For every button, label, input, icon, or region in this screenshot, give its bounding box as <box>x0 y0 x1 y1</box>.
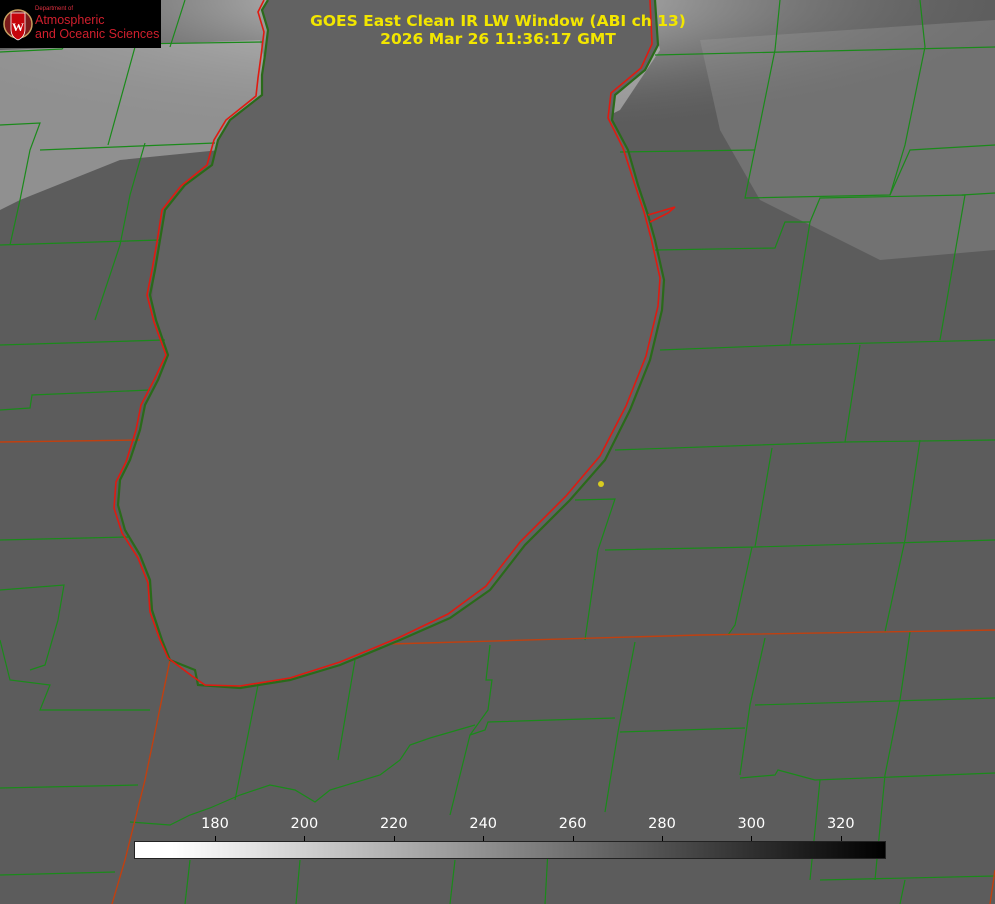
colorbar-tick-mark <box>215 836 216 841</box>
colorbar-tick-label: 200 <box>290 816 319 832</box>
logo-dept-text: Department of <box>35 6 74 12</box>
colorbar-tick-label: 260 <box>558 816 587 832</box>
station-dot-icon <box>598 481 604 487</box>
uw-crest-icon: W <box>3 9 33 41</box>
colorbar-tick-label: 240 <box>469 816 498 832</box>
colorbar-tick-mark <box>393 836 395 841</box>
colorbar-tick-label: 220 <box>379 816 408 832</box>
colorbar-tick-mark <box>304 836 306 841</box>
satellite-map <box>0 0 995 904</box>
colorbar-tick-label: 300 <box>737 816 766 832</box>
colorbar-tick-mark <box>662 836 663 841</box>
colorbar-tick-label: 320 <box>826 816 855 832</box>
temperature-colorbar <box>134 841 886 859</box>
map-timestamp: 2026 Mar 26 11:36:17 GMT <box>380 30 616 48</box>
logo-line1: Atmospheric <box>35 13 105 27</box>
aos-logo: W Department of Atmospheric and Oceanic … <box>0 0 161 48</box>
colorbar-tick-mark <box>840 836 842 841</box>
colorbar-tick-mark <box>483 836 485 841</box>
map-title: GOES East Clean IR LW Window (ABI ch 13) <box>310 12 686 30</box>
colorbar-tick-label: 180 <box>201 816 229 832</box>
colorbar-tick-mark <box>572 836 574 841</box>
svg-text:W: W <box>12 20 24 34</box>
colorbar-tick-label: 280 <box>648 816 676 832</box>
logo-line2: and Oceanic Sciences <box>35 27 160 41</box>
colorbar-tick-mark <box>751 836 753 841</box>
